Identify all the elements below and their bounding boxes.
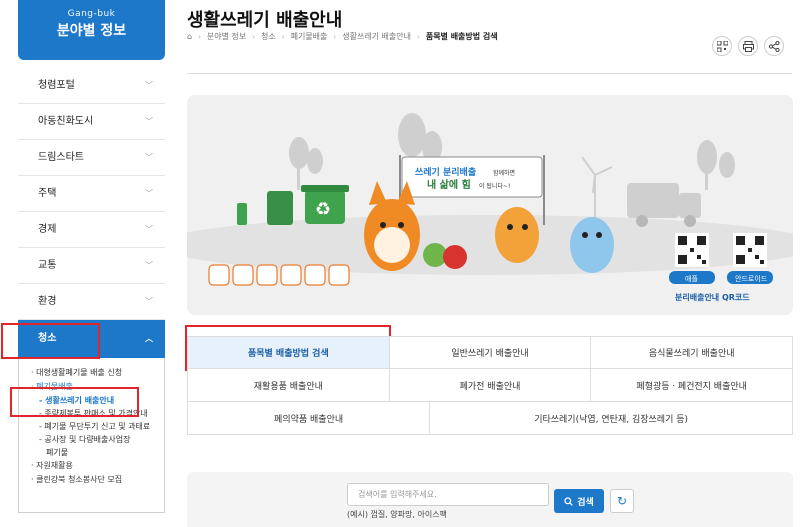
sidebar-item-economy[interactable]: 경제 ﹀ bbox=[18, 212, 165, 248]
sidebar-item-dreamstart[interactable]: 드림스타트 ﹀ bbox=[18, 140, 165, 176]
print-button[interactable] bbox=[738, 36, 758, 56]
submenu-bulky-waste[interactable]: · 대형생활폐기물 배출 신청 bbox=[31, 366, 164, 380]
submenu-volunteer[interactable]: · 클린강북 청소봉사단 모집 bbox=[31, 473, 164, 487]
sidebar-item-label: 주택 bbox=[38, 188, 57, 199]
chevron-right-icon: › bbox=[198, 32, 201, 41]
qr-icon bbox=[716, 40, 728, 52]
tab-other-waste[interactable]: 기타쓰레기(낙엽, 연탄재, 김장쓰레기 등) bbox=[430, 402, 793, 434]
sign-text: 내 삶에 힘 bbox=[427, 178, 471, 191]
tab-row: 폐의약품 배출안내 기타쓰레기(낙엽, 연탄재, 김장쓰레기 등) bbox=[187, 402, 793, 435]
sidebar-item-child-friendly[interactable]: 아동친화도시 ﹀ bbox=[18, 104, 165, 140]
breadcrumb: ⌂ › 분야별 정보 › 청소 › 폐기물배출 › 생활쓰레기 배출안내 › 품… bbox=[187, 31, 498, 42]
brand-title: 분야별 정보 bbox=[56, 23, 127, 39]
sidebar-item-environment[interactable]: 환경 ﹀ bbox=[18, 284, 165, 320]
chevron-right-icon: › bbox=[281, 32, 285, 41]
chevron-right-icon: › bbox=[333, 32, 337, 41]
submenu-waste-disposal[interactable]: · 폐기물배출 bbox=[31, 380, 164, 394]
sidebar-item-label: 환경 bbox=[38, 296, 57, 307]
category-tabs: 품목별 배출방법 검색 일반쓰레기 배출안내 음식물쓰레기 배출안내 재활용품 … bbox=[187, 336, 794, 435]
qr-label: 안드로이드 bbox=[735, 274, 768, 283]
banner-illustration: 쓰레기 분리배출 함께하면 내 삶에 힘 이 됩니다~! ♻ 애플 안드로이드 … bbox=[187, 113, 793, 302]
search-button-label: 검색 bbox=[577, 497, 594, 508]
chevron-right-icon: › bbox=[252, 32, 256, 41]
breadcrumb-item[interactable]: 생활쓰레기 배출안내 bbox=[342, 31, 411, 42]
submenu-construction-waste[interactable]: - 공사장 및 다량배출사업장 bbox=[31, 433, 164, 446]
refresh-icon: ↻ bbox=[616, 494, 628, 508]
submenu-recycling[interactable]: · 자원재활용 bbox=[31, 459, 164, 473]
sidebar-item-label: 교통 bbox=[38, 260, 57, 271]
print-icon bbox=[742, 40, 754, 52]
search-example: (예시) 껍질, 양파망, 아이스팩 bbox=[347, 510, 447, 519]
breadcrumb-current: 품목별 배출방법 검색 bbox=[425, 32, 498, 41]
chevron-right-icon: › bbox=[417, 32, 420, 41]
sidebar-item-label: 아동친화도시 bbox=[38, 116, 94, 127]
chevron-up-icon: ︿ bbox=[145, 334, 153, 343]
search-icon bbox=[564, 496, 573, 506]
cleaning-submenu: · 대형생활폐기물 배출 신청 · 폐기물배출 - 생활쓰레기 배출안내 - 종… bbox=[18, 358, 165, 513]
breadcrumb-item[interactable]: 청소 bbox=[261, 31, 276, 42]
chevron-down-icon: ﹀ bbox=[145, 225, 153, 234]
breadcrumb-item[interactable]: 분야별 정보 bbox=[207, 31, 246, 42]
submenu-illegal-dumping[interactable]: - 폐기물 무단투기 신고 및 과태료 bbox=[31, 420, 164, 433]
sidebar-item-cleaning[interactable]: 청소 ︿ bbox=[18, 320, 165, 358]
recycling-banner: 쓰레기 분리배출 함께하면 내 삶에 힘 이 됩니다~! ♻ 애플 안드로이드 … bbox=[187, 95, 793, 315]
share-button[interactable] bbox=[764, 36, 784, 56]
brand-header: Gang-buk 분야별 정보 bbox=[18, 0, 165, 60]
refresh-button[interactable]: ↻ bbox=[610, 489, 634, 513]
sidebar-item-label: 청렴포털 bbox=[38, 80, 75, 91]
brand-english: Gang-buk bbox=[67, 9, 116, 19]
chevron-down-icon: ﹀ bbox=[145, 261, 153, 270]
sidebar-item-traffic[interactable]: 교통 ﹀ bbox=[18, 248, 165, 284]
tab-general-waste[interactable]: 일반쓰레기 배출안내 bbox=[389, 337, 592, 368]
search-area: 검색어를 입력해주세요. (예시) 껍질, 양파망, 아이스팩 검색 ↻ bbox=[187, 472, 793, 527]
submenu-bag-prices[interactable]: - 종량제봉투 판매소 및 가격안내 bbox=[31, 407, 164, 420]
sign-text: 이 됩니다~! bbox=[479, 182, 510, 190]
sidebar-item-housing[interactable]: 주택 ﹀ bbox=[18, 176, 165, 212]
search-button[interactable]: 검색 bbox=[554, 489, 604, 513]
qr-code-button[interactable] bbox=[712, 36, 732, 56]
tab-recyclables[interactable]: 재활용품 배출안내 bbox=[187, 369, 390, 401]
qr-caption: 분리배출안내 QR코드 bbox=[675, 292, 750, 302]
submenu-household-waste[interactable]: - 생활쓰레기 배출안내 bbox=[31, 394, 164, 407]
sidebar-item-label: 청소 bbox=[38, 333, 57, 344]
chevron-down-icon: ﹀ bbox=[145, 189, 153, 198]
tab-row: 재활용품 배출안내 폐가전 배출안내 폐형광등ㆍ폐건전지 배출안내 bbox=[187, 369, 794, 402]
search-input[interactable]: 검색어를 입력해주세요. bbox=[347, 483, 549, 506]
chevron-down-icon: ﹀ bbox=[145, 117, 153, 126]
share-icon bbox=[768, 40, 780, 52]
sign-text: 함께하면 bbox=[493, 169, 515, 177]
tab-item-search[interactable]: 품목별 배출방법 검색 bbox=[187, 337, 390, 368]
page-tools bbox=[712, 36, 784, 56]
chevron-down-icon: ﹀ bbox=[145, 153, 153, 162]
submenu-construction-waste-cont: 폐기물 bbox=[46, 448, 69, 457]
qr-label: 애플 bbox=[685, 274, 698, 283]
chevron-down-icon: ﹀ bbox=[145, 297, 153, 306]
tab-food-waste[interactable]: 음식물쓰레기 배출안내 bbox=[591, 337, 794, 368]
sign-text: 쓰레기 분리배출 bbox=[415, 166, 476, 178]
chevron-down-icon: ﹀ bbox=[145, 81, 153, 90]
tab-row: 품목별 배출방법 검색 일반쓰레기 배출안내 음식물쓰레기 배출안내 bbox=[187, 336, 794, 369]
breadcrumb-item[interactable]: 폐기물배출 bbox=[291, 31, 328, 42]
home-icon[interactable]: ⌂ bbox=[187, 32, 192, 41]
sidebar-menu: 청렴포털 ﹀ 아동친화도시 ﹀ 드림스타트 ﹀ 주택 ﹀ 경제 ﹀ 교통 ﹀ 환… bbox=[18, 68, 165, 513]
sidebar-item-integrity[interactable]: 청렴포털 ﹀ bbox=[18, 68, 165, 104]
tab-appliances[interactable]: 폐가전 배출안내 bbox=[389, 369, 592, 401]
tab-medicine[interactable]: 폐의약품 배출안내 bbox=[187, 402, 431, 434]
sidebar-item-label: 드림스타트 bbox=[38, 152, 84, 163]
svg-text:♻: ♻ bbox=[315, 199, 331, 220]
tab-lamps-batteries[interactable]: 폐형광등ㆍ폐건전지 배출안내 bbox=[591, 369, 794, 401]
header-divider bbox=[187, 73, 792, 74]
page-title: 생활쓰레기 배출안내 bbox=[187, 10, 343, 31]
sidebar-item-label: 경제 bbox=[38, 224, 57, 235]
